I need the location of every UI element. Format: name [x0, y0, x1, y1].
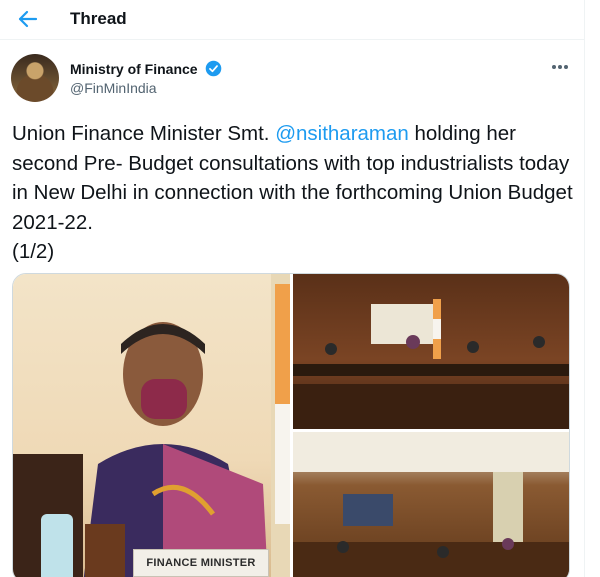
photo-meeting-room-art	[293, 299, 569, 429]
back-button[interactable]	[14, 6, 42, 32]
mention-link[interactable]: @nsitharaman	[275, 122, 409, 145]
photo-minister-art	[13, 274, 290, 577]
avatar[interactable]	[11, 54, 59, 102]
photo-meeting-room[interactable]	[293, 274, 569, 429]
arrow-left-icon	[18, 10, 38, 28]
thread-header: Thread	[0, 0, 585, 40]
verified-badge-icon	[205, 60, 222, 77]
tweet-text-before: Union Finance Minister Smt.	[12, 122, 276, 145]
thread-counter: (1/2)	[12, 240, 55, 263]
thread-column: Thread Ministry of Finance @FinMinIndia …	[0, 0, 585, 577]
more-dots-icon	[552, 65, 556, 69]
photo-conference-hall-art	[293, 432, 569, 577]
media-grid: FINANCE MINISTER	[12, 273, 570, 577]
page-title: Thread	[70, 9, 127, 28]
author-handle[interactable]: @FinMinIndia	[70, 80, 157, 96]
author-name[interactable]: Ministry of Finance	[70, 61, 198, 77]
name-plate: FINANCE MINISTER	[133, 549, 269, 577]
photo-minister[interactable]: FINANCE MINISTER	[13, 274, 290, 577]
photo-conference-hall[interactable]	[293, 432, 569, 577]
more-options-button[interactable]	[548, 58, 572, 76]
tweet-text: Union Finance Minister Smt. @nsitharaman…	[12, 119, 577, 267]
